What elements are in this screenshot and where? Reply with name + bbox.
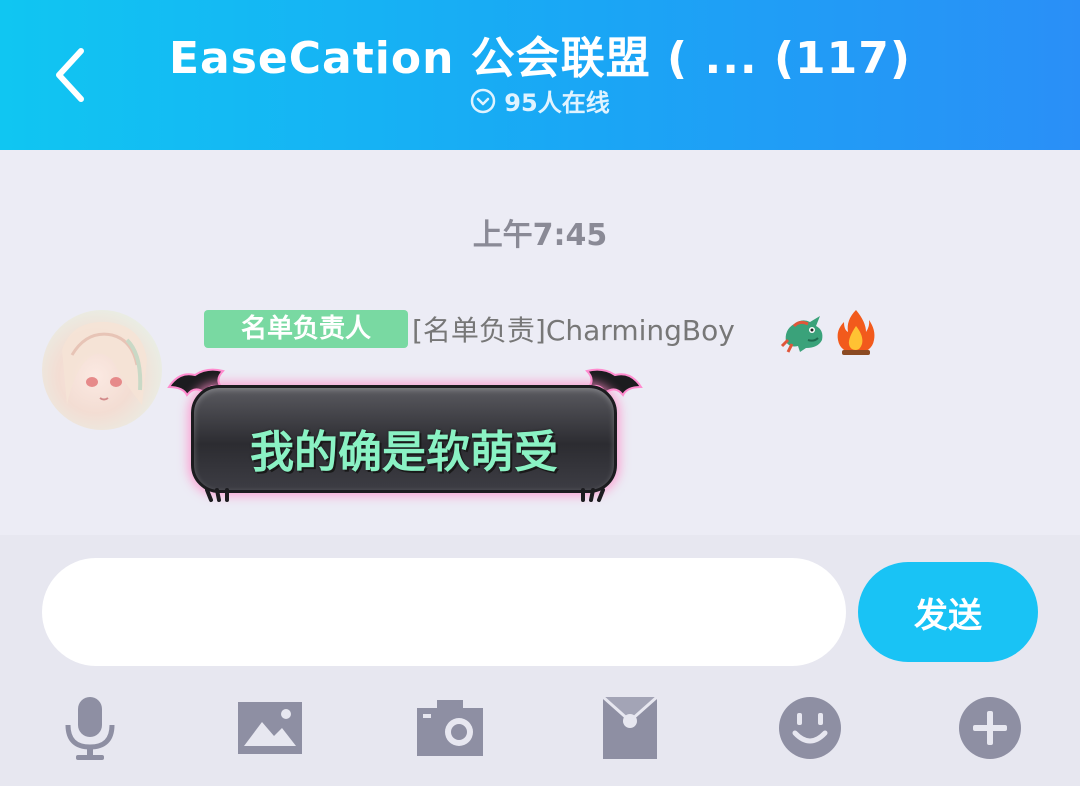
chevron-down-circle-icon: [471, 88, 496, 113]
fire-emoji-icon: [837, 310, 875, 355]
more-button[interactable]: [955, 693, 1025, 763]
message-input[interactable]: [42, 558, 846, 666]
online-count: 95人在线: [504, 89, 610, 117]
image-button[interactable]: [235, 693, 305, 763]
camera-icon: [417, 700, 483, 756]
claw-left-decoration: [205, 488, 229, 502]
online-status[interactable]: 95人在线: [0, 83, 1080, 118]
send-button[interactable]: 发送: [858, 562, 1038, 662]
sender-name[interactable]: [名单负责]CharmingBoy: [412, 311, 735, 351]
red-packet-button[interactable]: [595, 693, 665, 763]
group-title[interactable]: EaseCation 公会联盟 ( ... (117): [0, 22, 1080, 86]
member-role-badge: 名单负责人: [204, 310, 408, 348]
microphone-icon: [65, 697, 115, 760]
red-packet-icon: [602, 695, 658, 759]
chat-header: EaseCation 公会联盟 ( ... (117) 95人在线: [0, 0, 1080, 150]
message-text: 我的确是软萌受: [250, 427, 558, 478]
dragon-emoji-icon: [780, 316, 823, 353]
message-bubble[interactable]: 我的确是软萌受: [165, 365, 645, 510]
bubble-frame: 我的确是软萌受: [191, 385, 617, 493]
plus-icon: [959, 697, 1021, 759]
message-timestamp: 上午7:45: [472, 218, 608, 253]
claw-right-decoration: [581, 488, 605, 502]
voice-button[interactable]: [55, 693, 125, 763]
emoji-button[interactable]: [775, 693, 845, 763]
avatar-illustration: [62, 321, 147, 405]
camera-button[interactable]: [415, 693, 485, 763]
avatar[interactable]: [42, 310, 162, 430]
image-icon: [238, 702, 302, 754]
emoji-icon: [779, 697, 841, 759]
